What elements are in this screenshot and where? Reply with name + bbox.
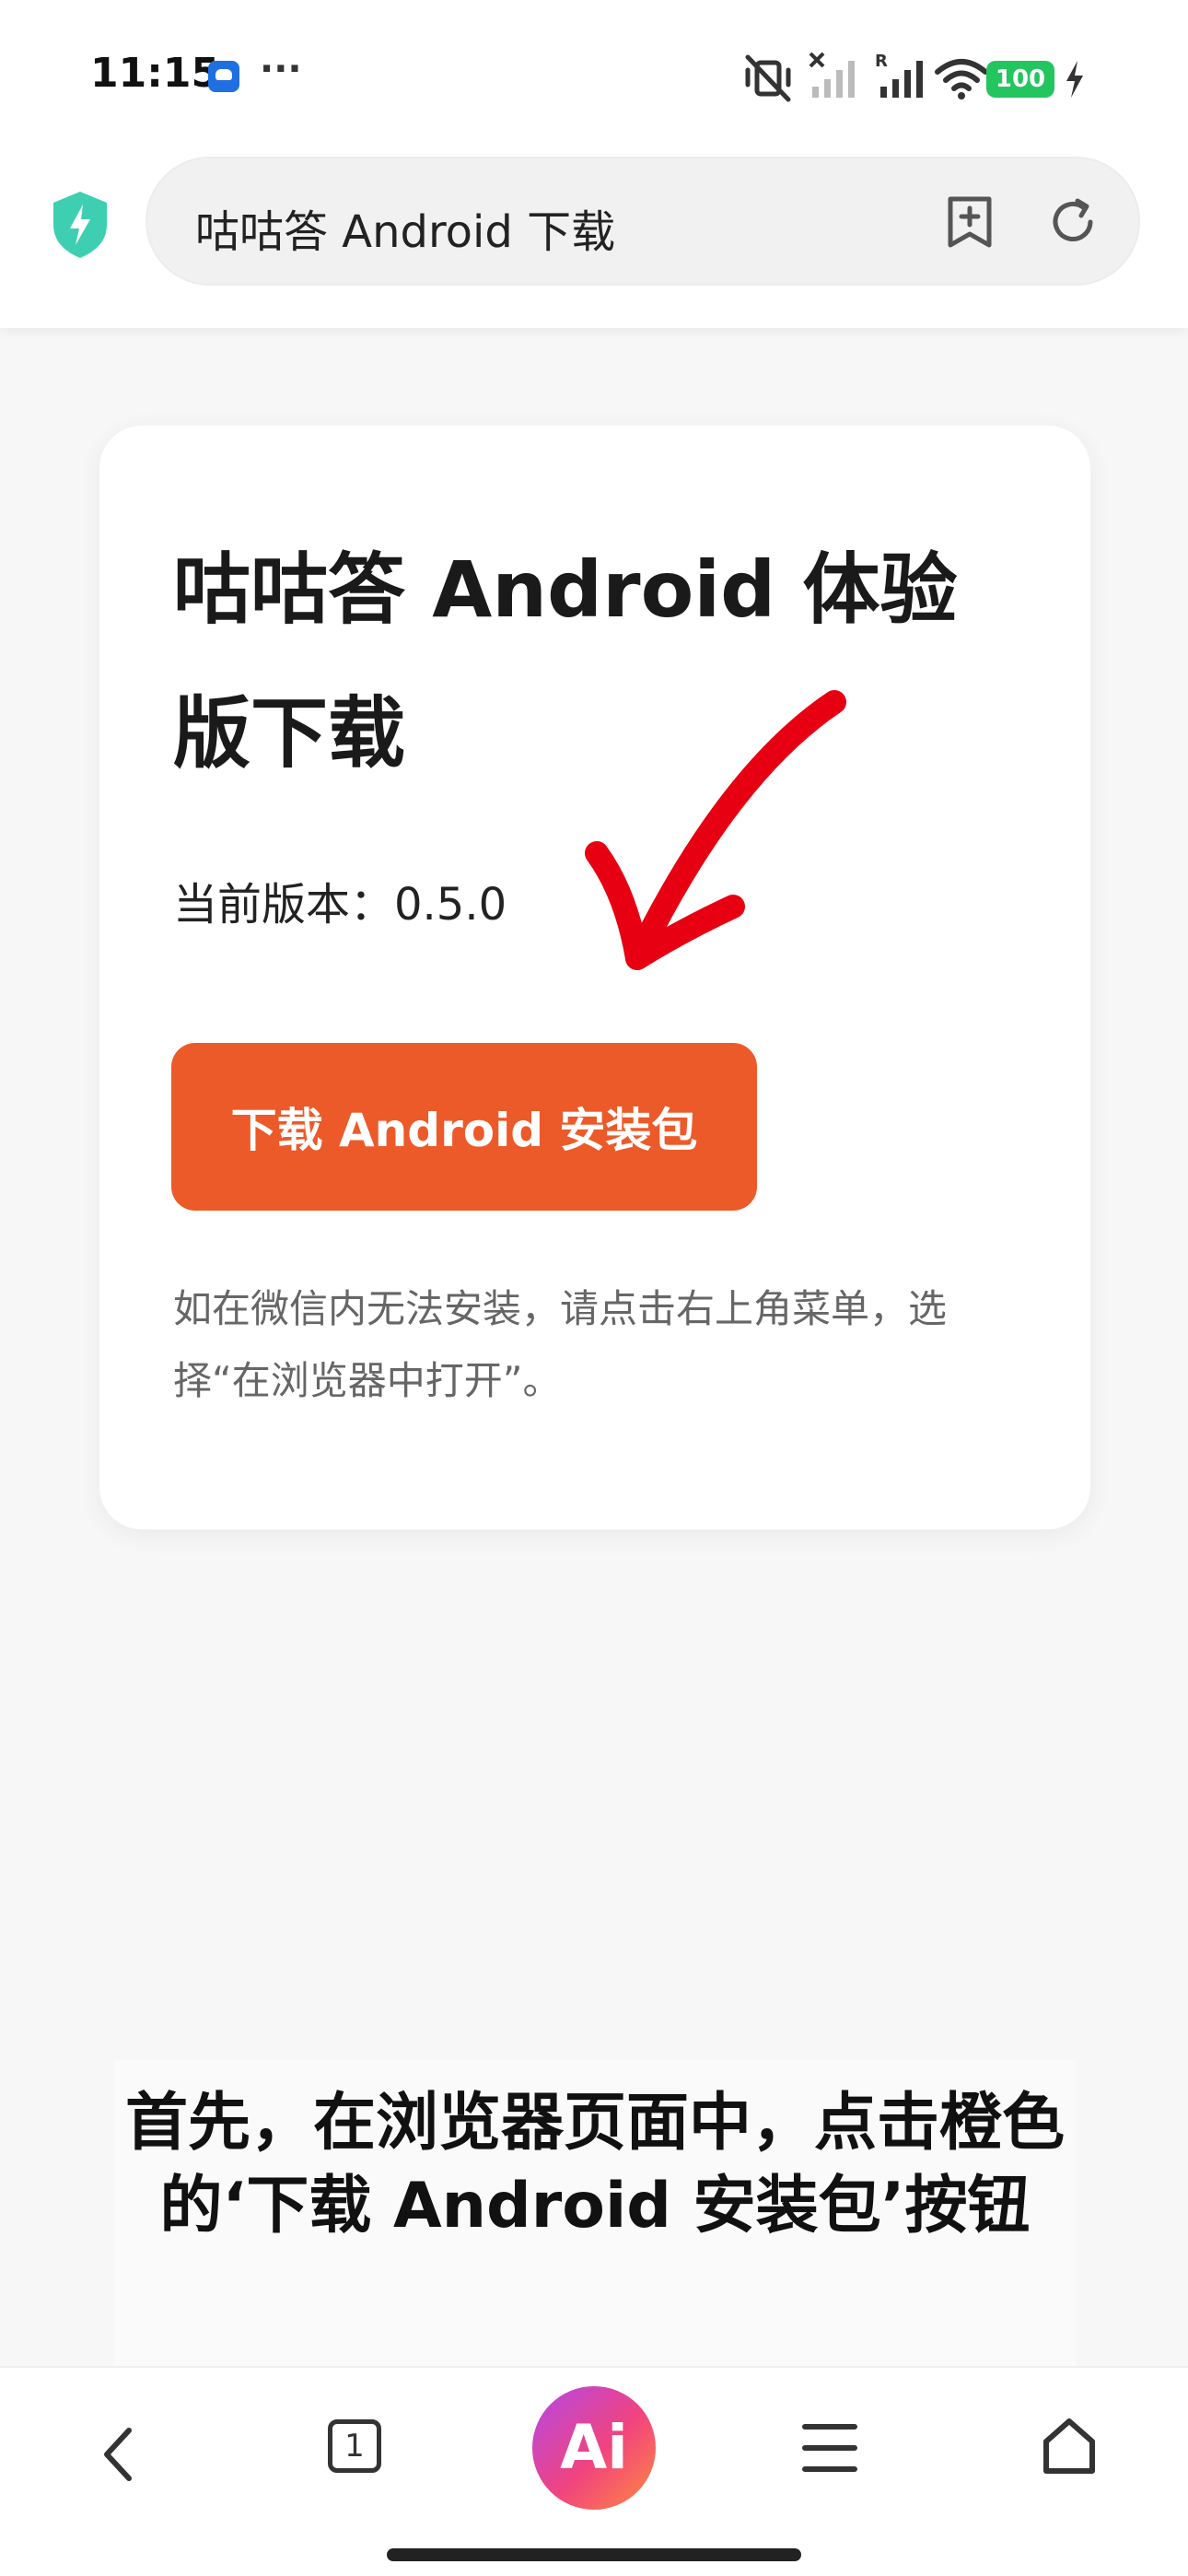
status-icons: R 100	[742, 50, 1151, 105]
reload-icon[interactable]	[1042, 192, 1103, 252]
menu-icon[interactable]	[801, 2421, 858, 2475]
signal-roaming-icon: R	[875, 52, 923, 98]
wifi-icon	[935, 59, 988, 100]
back-icon[interactable]	[90, 2418, 146, 2491]
more-notifications-indicator: ···	[260, 48, 302, 90]
version-label: 当前版本：0.5.0	[173, 879, 507, 931]
vibrate-off-icon	[745, 54, 791, 102]
address-bar[interactable]: 咕咕答 Android 下载	[146, 157, 1140, 286]
app-notification-icon	[208, 61, 239, 92]
charging-bolt-icon	[1066, 61, 1083, 98]
tutorial-caption: 首先，在浏览器页面中，点击橙色的‘下载 Android 安装包’按钮	[114, 2060, 1076, 2368]
signal-no-sim-icon	[809, 52, 855, 98]
bottom-navigation: 1 Ai	[0, 2366, 1188, 2576]
ai-assistant-button[interactable]: Ai	[532, 2386, 656, 2510]
battery-indicator: 100	[986, 61, 1054, 98]
address-text[interactable]: 咕咕答 Android 下载	[195, 195, 615, 260]
status-time: 11:15	[90, 50, 220, 97]
svg-text:R: R	[875, 52, 888, 71]
download-android-button[interactable]: 下载 Android 安装包	[171, 1043, 757, 1211]
browser-top-chrome: 11:15 ··· R 100 咕咕答 Android 下载	[0, 0, 1188, 328]
home-icon[interactable]	[1039, 2414, 1100, 2478]
status-bar: 11:15 ··· R 100	[0, 0, 1188, 157]
add-bookmark-icon[interactable]	[939, 192, 1000, 252]
shield-lightning-icon[interactable]	[48, 188, 112, 262]
wechat-install-note: 如在微信内无法安装，请点击右上角菜单，选择“在浏览器中打开”。	[173, 1286, 948, 1403]
home-indicator[interactable]	[387, 2548, 801, 2561]
tabs-button[interactable]: 1	[328, 2419, 381, 2473]
annotation-arrow-icon	[585, 690, 846, 970]
